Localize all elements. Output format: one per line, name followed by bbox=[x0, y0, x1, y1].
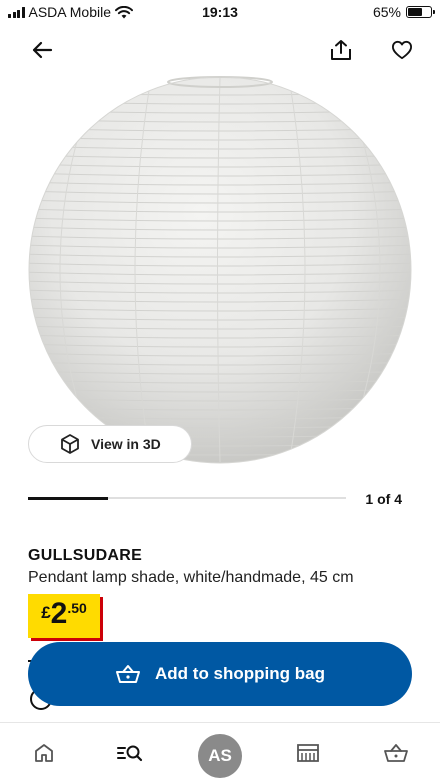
favourite-button[interactable] bbox=[384, 32, 420, 68]
price-tag: £ 2 .50 bbox=[28, 594, 100, 638]
price-currency: £ bbox=[41, 603, 51, 622]
store-icon bbox=[297, 744, 319, 762]
avatar-initials: AS bbox=[208, 746, 232, 765]
carousel-progress[interactable] bbox=[28, 496, 346, 500]
share-icon bbox=[331, 40, 351, 60]
back-button[interactable] bbox=[24, 32, 60, 68]
search-list-icon bbox=[117, 745, 143, 762]
battery-fill bbox=[408, 8, 423, 16]
bottom-nav: AS bbox=[0, 722, 440, 783]
heart-icon bbox=[391, 40, 412, 60]
view-in-3d-label: View in 3D bbox=[91, 436, 161, 452]
product-name: GULLSUDARE bbox=[28, 547, 143, 564]
lamp-shade-image bbox=[28, 76, 412, 464]
status-right: 65% bbox=[372, 4, 435, 20]
carousel-counter: 1 of 4 bbox=[365, 491, 402, 507]
view-in-3d-button[interactable]: View in 3D bbox=[28, 425, 192, 463]
nav-profile-avatar[interactable]: AS bbox=[198, 734, 242, 778]
carousel-progress-fill bbox=[28, 496, 108, 500]
price-decimal: .50 bbox=[67, 600, 87, 616]
battery-icon bbox=[406, 6, 435, 18]
product-image[interactable] bbox=[0, 70, 440, 480]
nav-basket[interactable] bbox=[378, 735, 414, 771]
basket-icon bbox=[116, 665, 141, 683]
basket-icon bbox=[384, 744, 408, 762]
top-bar bbox=[0, 30, 440, 70]
nav-search[interactable] bbox=[112, 735, 148, 771]
status-bar: ASDA Mobile 19:13 65% bbox=[0, 0, 440, 26]
cube-icon bbox=[61, 434, 79, 454]
arrow-left-icon bbox=[32, 41, 53, 59]
add-to-bag-button[interactable]: Add to shopping bag bbox=[28, 642, 412, 706]
nav-stores[interactable] bbox=[290, 735, 326, 771]
price-integer: 2 bbox=[50, 597, 68, 630]
product-description: Pendant lamp shade, white/handmade, 45 c… bbox=[28, 569, 354, 586]
nav-home[interactable] bbox=[26, 735, 62, 771]
add-to-bag-label: Add to shopping bag bbox=[155, 664, 325, 683]
share-button[interactable] bbox=[323, 32, 359, 68]
battery-percent: 65% bbox=[372, 4, 401, 20]
home-icon bbox=[35, 744, 53, 762]
